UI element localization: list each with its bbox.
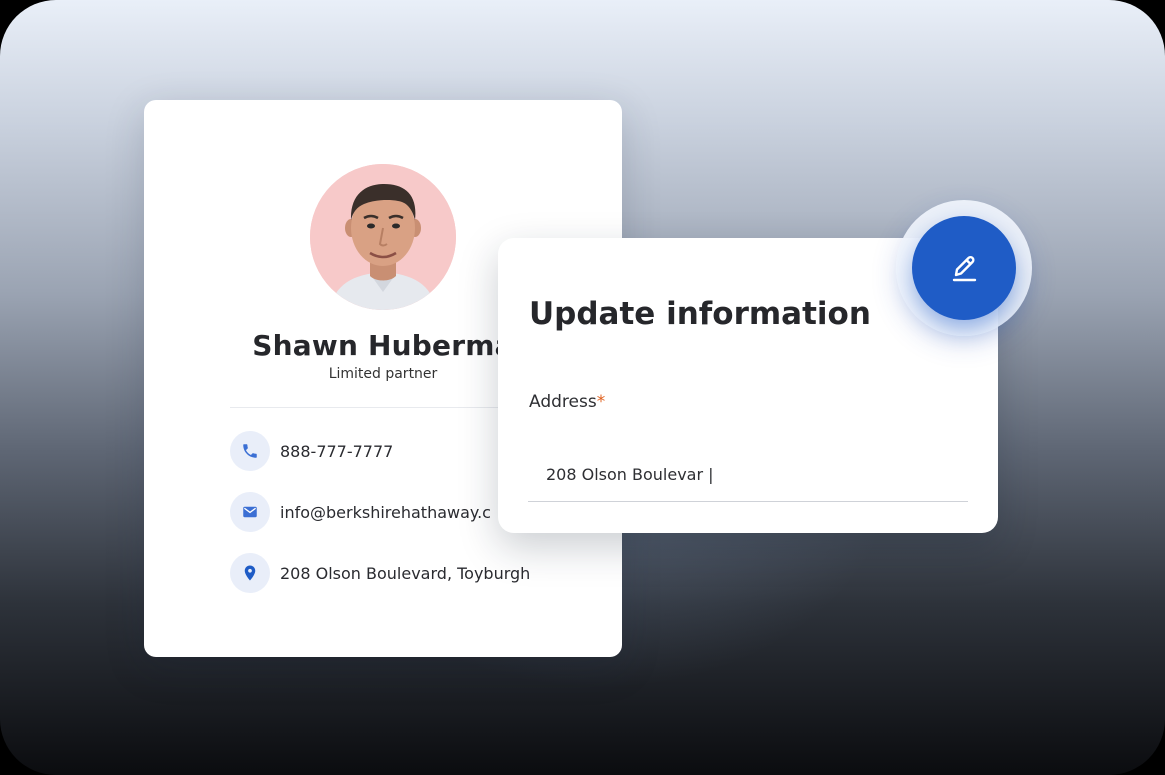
- update-title: Update information: [529, 296, 871, 332]
- email-text: info@berkshirehathaway.c: [280, 502, 491, 522]
- phone-icon: [230, 431, 270, 471]
- contact-row-address[interactable]: 208 Olson Boulevard, Toyburgh: [230, 553, 530, 593]
- avatar: [310, 164, 456, 310]
- pencil-icon: [952, 255, 977, 282]
- edit-button[interactable]: [912, 216, 1016, 320]
- address-input[interactable]: [528, 448, 968, 502]
- person-photo-icon: [310, 164, 456, 310]
- divider: [230, 407, 536, 408]
- mail-icon: [230, 492, 270, 532]
- address-label-text: Address: [529, 392, 597, 412]
- location-pin-icon: [230, 553, 270, 593]
- background-frame: Shawn Huberma Limited partner 888-777-77…: [0, 0, 1165, 775]
- required-mark: *: [596, 392, 606, 412]
- phone-text: 888-777-7777: [280, 441, 394, 461]
- address-label: Address*: [529, 392, 605, 412]
- contact-row-phone[interactable]: 888-777-7777: [230, 431, 393, 471]
- address-text: 208 Olson Boulevard, Toyburgh: [280, 563, 531, 583]
- contact-row-email[interactable]: info@berkshirehathaway.c: [230, 492, 491, 532]
